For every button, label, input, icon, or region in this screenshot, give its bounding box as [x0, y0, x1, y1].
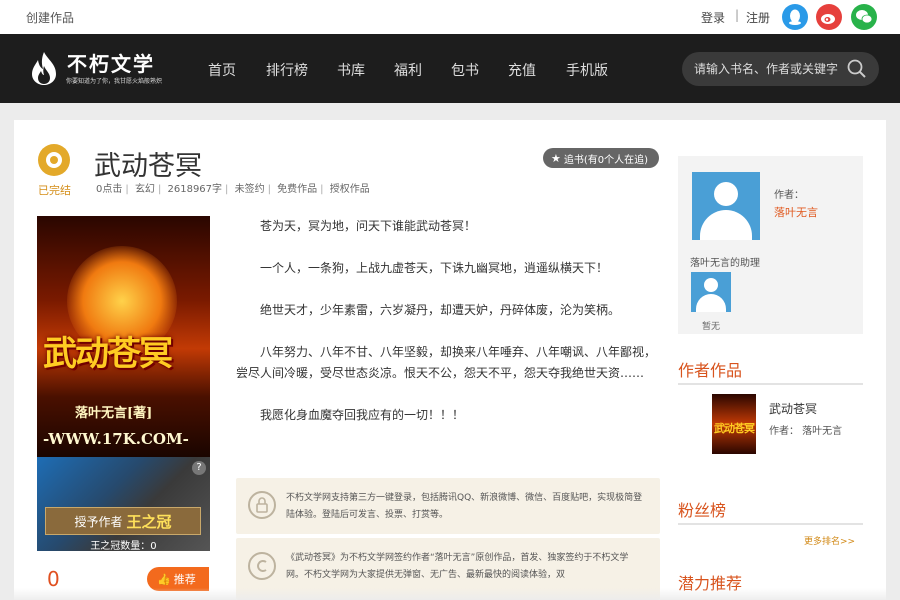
more-ranking-link[interactable]: 更多排名>>	[804, 534, 855, 547]
login-notice: 不朽文学网支持第三方一键登录，包括腾讯QQ、新浪微博、微信、百度贴吧，实现极简登…	[236, 478, 660, 534]
assistant-none: 暂无	[702, 322, 721, 332]
recommend-label: 推荐	[173, 573, 196, 586]
author-works-title: 作者作品	[678, 361, 743, 380]
cover-title: 武动苍冥	[43, 334, 173, 374]
nav-ranking[interactable]: 排行榜	[266, 60, 308, 80]
intro-paragraph: 我愿化身血魔夺回我应有的一切！！！	[260, 408, 465, 422]
register-link[interactable]: 注册	[746, 9, 770, 26]
qq-login-icon[interactable]	[782, 4, 808, 30]
search-box	[682, 52, 879, 86]
fans-ranking-title: 粉丝榜	[678, 501, 727, 520]
intro-paragraph: 八年努力、八年不甘、八年坚毅，却换来八年唾弃、八年嘲讽、八年鄙视，尝尽人间冷暖，…	[236, 345, 657, 380]
meta-free: 免费作品	[277, 184, 318, 195]
intro-paragraph: 一个人，一条狗，上战九虚苍天，下诛九幽冥地，逍遥纵横天下！	[260, 261, 609, 275]
meta-contract: 未签约	[234, 184, 265, 195]
award-label: 授予作者	[74, 514, 123, 529]
bottom-fade	[0, 588, 900, 600]
meta-words: 2618967字	[167, 184, 223, 195]
topbar-separator: |	[735, 8, 740, 22]
nav-benefits[interactable]: 福利	[394, 60, 422, 80]
divider	[678, 523, 863, 525]
cover-author: 落叶无言[著]	[75, 406, 153, 421]
top-bar: 创建作品 登录 | 注册	[0, 0, 900, 34]
author-avatar[interactable]	[692, 172, 760, 240]
brand-slogan: 你要知道为了你，我甘愿火焰般熟炽	[66, 78, 163, 85]
wechat-login-icon[interactable]	[851, 4, 877, 30]
award-author-button[interactable]: 授予作者 王之冠	[45, 507, 201, 535]
intro-paragraph: 绝世天才，少年素雷，六岁凝丹，却遭天妒，丹碎体废，沦为笑柄。	[260, 303, 621, 317]
crown-count: 王之冠数量：0	[90, 541, 157, 552]
assistant-label: 落叶无言的助理	[690, 258, 760, 269]
book-cover[interactable]: 武动苍冥 落叶无言[著] -WWW.17K.COM-	[37, 216, 210, 457]
status-completed-icon	[38, 144, 70, 176]
create-work-link[interactable]: 创建作品	[26, 9, 74, 26]
nav-mobile[interactable]: 手机版	[566, 60, 608, 80]
crown-award-panel: ? 授予作者 王之冠 王之冠数量：0	[37, 457, 210, 552]
follow-book-button[interactable]: ★ 追书(有0个人在追)	[543, 148, 659, 168]
nav-book-package[interactable]: 包书	[451, 60, 479, 80]
brand-name: 不朽文学	[67, 52, 155, 76]
main-navbar: 不朽文学 你要知道为了你，我甘愿火焰般熟炽 首页 排行榜 书库 福利 包书 充值…	[0, 34, 900, 103]
meta-genre[interactable]: 玄幻	[135, 184, 155, 195]
intro-paragraph: 苍为天，冥为地，问天下谁能武动苍冥！	[260, 219, 477, 233]
author-name-link[interactable]: 落叶无言	[774, 204, 818, 220]
site-logo[interactable]: 不朽文学 你要知道为了你，我甘愿火焰般熟炽	[26, 48, 176, 90]
book-intro: 苍为天，冥为地，问天下谁能武动苍冥！ 一个人，一条狗，上战九虚苍天，下诛九幽冥地…	[236, 216, 660, 447]
book-meta: 0点击 | 玄幻 | 2618967字 | 未签约 | 免费作品 | 授权作品	[96, 184, 370, 195]
cover-url: -WWW.17K.COM-	[43, 430, 189, 448]
login-link[interactable]: 登录	[701, 9, 725, 26]
work-thumbnail[interactable]: 武动苍冥	[712, 394, 756, 454]
lock-icon	[248, 491, 276, 519]
flame-logo-icon	[32, 52, 56, 85]
follow-book-label: 追书(有0个人在追)	[563, 154, 649, 166]
copyright-icon	[248, 552, 276, 580]
author-label: 作者：	[774, 190, 804, 201]
thumbs-up-icon: 👍	[157, 572, 171, 586]
divider	[678, 383, 863, 385]
copyright-notice-text: 《武动苍冥》为不朽文学网签约作者“落叶无言”原创作品，首发、独家签约于不朽文学网…	[286, 553, 629, 580]
search-icon[interactable]	[847, 59, 867, 79]
help-icon[interactable]: ?	[192, 461, 206, 475]
work-thumbnail-title: 武动苍冥	[714, 422, 755, 435]
nav-recharge[interactable]: 充值	[508, 60, 536, 80]
nav-library[interactable]: 书库	[337, 60, 365, 80]
star-icon: ★	[551, 151, 561, 165]
author-info-box: 作者： 落叶无言 落叶无言的助理 暂无	[678, 156, 863, 334]
award-crown: 王之冠	[126, 512, 172, 531]
assistant-avatar[interactable]	[691, 272, 731, 312]
work-author: 作者： 落叶无言	[769, 426, 843, 437]
meta-clicks: 0点击	[96, 184, 123, 195]
work-title-link[interactable]: 武动苍冥	[769, 400, 817, 417]
search-input[interactable]	[694, 60, 844, 78]
login-notice-text: 不朽文学网支持第三方一键登录，包括腾讯QQ、新浪微博、微信、百度贴吧，实现极简登…	[286, 493, 643, 520]
nav-home[interactable]: 首页	[208, 60, 236, 80]
book-status: 已完结	[38, 184, 71, 197]
weibo-login-icon[interactable]	[816, 4, 842, 30]
meta-authorized: 授权作品	[329, 184, 370, 195]
book-detail-card: 已完结 武动苍冥 0点击 | 玄幻 | 2618967字 | 未签约 | 免费作品 | 授…	[14, 120, 886, 600]
book-title: 武动苍冥	[94, 151, 202, 182]
